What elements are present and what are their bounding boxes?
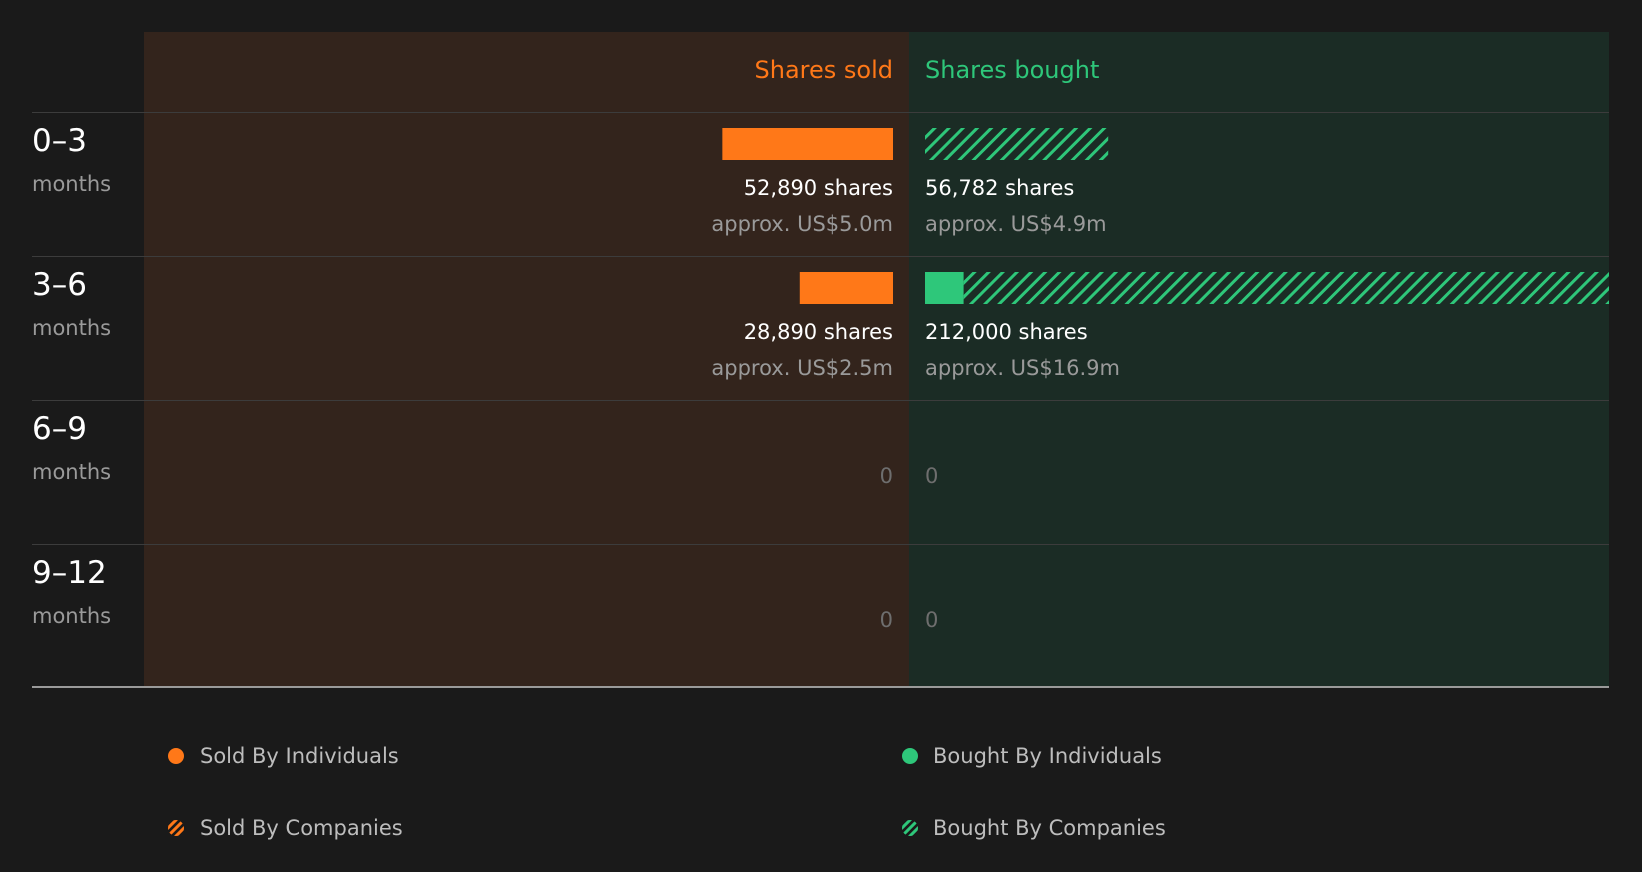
row-label-range: 3–6 bbox=[32, 267, 87, 303]
row-divider bbox=[32, 112, 1609, 113]
sold-shares-label: 28,890 shares bbox=[743, 320, 893, 344]
legend-bought-companies-swatch bbox=[902, 820, 918, 836]
bought-zero-label: 0 bbox=[925, 608, 939, 632]
bought-zero-label: 0 bbox=[925, 464, 939, 488]
sold-shares-label: 52,890 shares bbox=[743, 176, 893, 200]
shares-bought-header: Shares bought bbox=[925, 56, 1100, 84]
shares-sold-header: Shares sold bbox=[754, 56, 893, 84]
sold-value-label: approx. US$2.5m bbox=[711, 356, 893, 380]
row-divider bbox=[32, 400, 1609, 401]
chart-baseline bbox=[32, 686, 1609, 688]
row-divider bbox=[32, 256, 1609, 257]
legend-sold-companies-swatch bbox=[168, 820, 184, 836]
legend-bought-individuals: Bought By Individuals bbox=[933, 744, 1162, 768]
bought-shares-label: 56,782 shares bbox=[925, 176, 1075, 200]
row-divider bbox=[32, 544, 1609, 545]
row-label-unit: months bbox=[32, 604, 112, 628]
bought-shares-label: 212,000 shares bbox=[925, 320, 1088, 344]
row-label-unit: months bbox=[32, 316, 112, 340]
legend-sold-individuals-swatch bbox=[168, 748, 184, 764]
row-label-range: 9–12 bbox=[32, 555, 107, 591]
row-label-range: 6–9 bbox=[32, 411, 87, 447]
bought-value-label: approx. US$16.9m bbox=[925, 356, 1120, 380]
legend-sold-individuals: Sold By Individuals bbox=[200, 744, 399, 768]
legend-bought-companies: Bought By Companies bbox=[933, 816, 1166, 840]
row-label-range: 0–3 bbox=[32, 123, 87, 159]
row-label-unit: months bbox=[32, 172, 112, 196]
legend-bought-individuals-swatch bbox=[902, 748, 918, 764]
bought-value-label: approx. US$4.9m bbox=[925, 212, 1107, 236]
legend-sold-companies: Sold By Companies bbox=[200, 816, 403, 840]
sold-zero-label: 0 bbox=[879, 464, 893, 488]
row-label-unit: months bbox=[32, 460, 112, 484]
sold-zero-label: 0 bbox=[879, 608, 893, 632]
sold-value-label: approx. US$5.0m bbox=[711, 212, 893, 236]
